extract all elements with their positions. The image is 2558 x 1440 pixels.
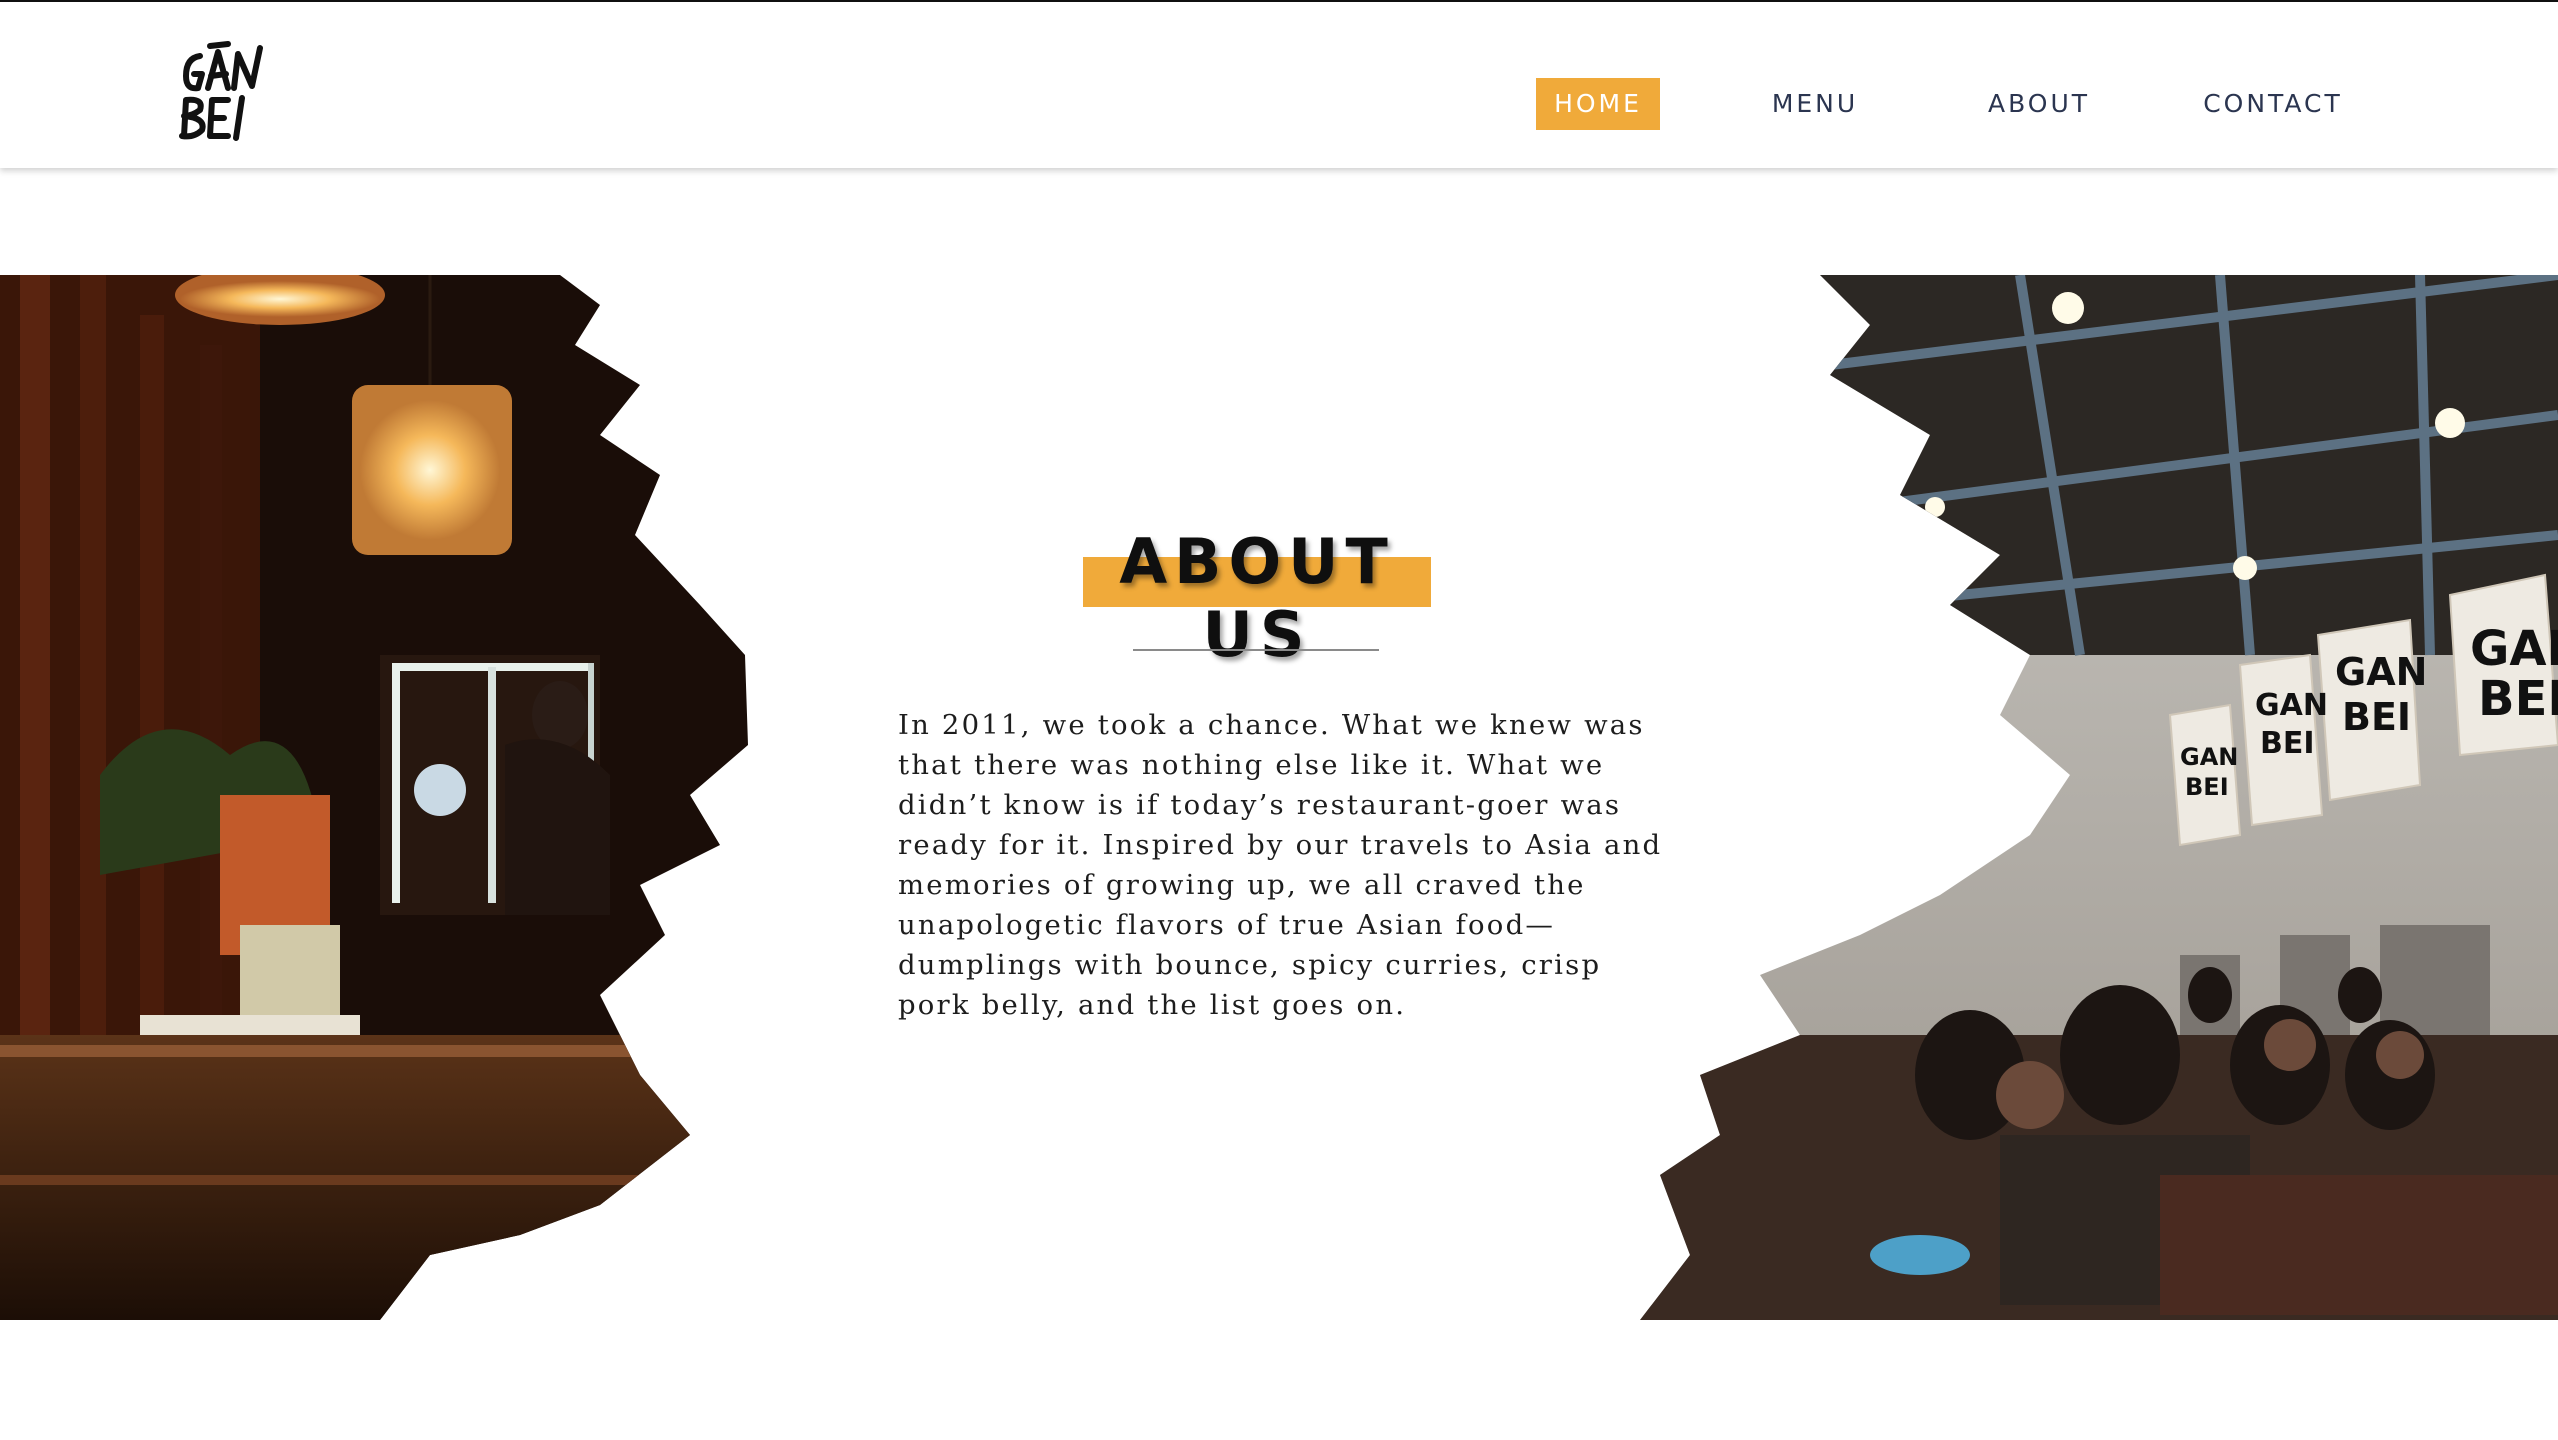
svg-text:GAN: GAN (2335, 650, 2427, 694)
nav-about[interactable]: ABOUT (1983, 78, 2095, 130)
heading-divider (1133, 649, 1379, 651)
nav-menu[interactable]: MENU (1760, 78, 1870, 130)
nav-contact[interactable]: CONTACT (2196, 78, 2350, 130)
svg-text:GAN: GAN (2180, 743, 2238, 771)
svg-text:BEI: BEI (2478, 671, 2558, 727)
svg-text:BEI: BEI (2342, 695, 2411, 739)
nav-home[interactable]: HOME (1536, 78, 1660, 130)
dining-room-image: GAN BEI GAN BEI GAN BEI GAN BEI (1600, 275, 2558, 1320)
svg-text:GAN: GAN (2470, 621, 2558, 677)
bar-interior-image (0, 275, 760, 1320)
svg-text:BEI: BEI (2185, 773, 2229, 801)
site-header: HOME MENU ABOUT CONTACT (0, 2, 2558, 168)
logo-mark (179, 41, 263, 141)
gan-bei-logo[interactable] (178, 38, 274, 144)
svg-text:BEI: BEI (2260, 726, 2315, 761)
about-heading: ABOUT US (1083, 525, 1431, 671)
about-paragraph: In 2011, we took a chance. What we knew … (898, 709, 1663, 1021)
svg-text:GAN: GAN (2255, 688, 2328, 723)
about-section: GAN BEI GAN BEI GAN BEI GAN BEI (0, 275, 2558, 1320)
